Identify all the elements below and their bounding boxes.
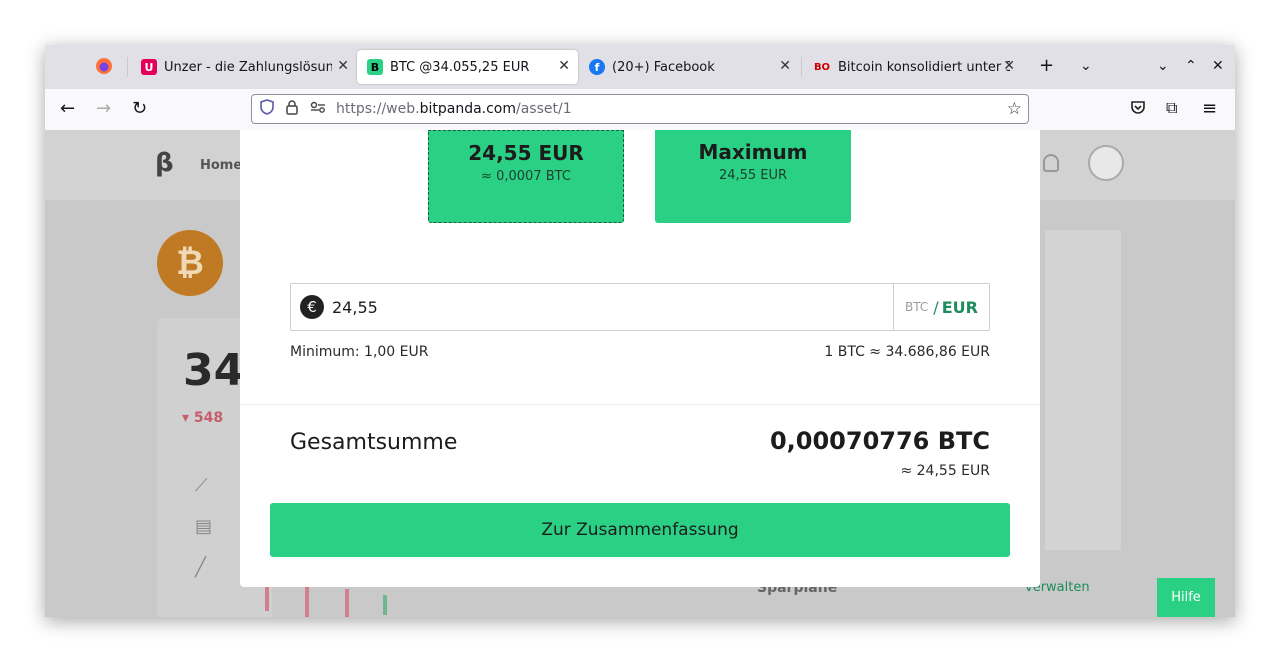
bookmark-star-icon[interactable]: ☆ xyxy=(1007,99,1022,119)
maximize-chevron-up-icon[interactable]: ⌃ xyxy=(1185,58,1197,74)
total-eur-equivalent: ≈ 24,55 EUR xyxy=(900,463,990,479)
background-nav-home: Home xyxy=(200,158,243,173)
extensions-puzzle-icon[interactable]: ⧉ xyxy=(1166,98,1177,118)
tab-separator xyxy=(801,57,802,77)
euro-icon: € xyxy=(300,295,324,319)
close-window-icon[interactable]: ✕ xyxy=(1212,58,1224,74)
lock-icon[interactable] xyxy=(286,99,298,119)
news-favicon-icon: BO xyxy=(813,61,831,73)
close-tab-icon[interactable]: ✕ xyxy=(1003,58,1015,74)
new-tab-icon[interactable]: + xyxy=(1039,55,1054,76)
exchange-rate: 1 BTC ≈ 34.686,86 EUR xyxy=(824,344,990,360)
close-tab-icon[interactable]: ✕ xyxy=(558,58,570,74)
tab-facebook[interactable]: f (20+) Facebook ✕ xyxy=(579,50,799,84)
amount-option-selected[interactable]: 24,55 EUR ≈ 0,0007 BTC xyxy=(428,130,624,223)
tab-bitpanda[interactable]: B BTC @34.055,25 EUR ✕ xyxy=(357,50,578,84)
forward-arrow-icon[interactable]: → xyxy=(96,98,111,119)
option-sub: ≈ 0,0007 BTC xyxy=(481,169,571,184)
shield-icon[interactable] xyxy=(260,99,274,119)
menu-hamburger-icon[interactable]: ≡ xyxy=(1202,98,1217,119)
url-text: https://web.bitpanda.com/asset/1 xyxy=(336,101,572,117)
option-sub: 24,55 EUR xyxy=(718,168,788,183)
tab-title: (20+) Facebook xyxy=(612,59,715,75)
browser-window: U Unzer - die Zahlungslösung ✕ B BTC @34… xyxy=(45,45,1235,617)
reload-icon[interactable]: ↻ xyxy=(132,98,147,119)
back-arrow-icon[interactable]: ← xyxy=(60,98,75,119)
page-viewport: β Home ₿ 34 ▾ 548 ⟋ ▤ ╱ Sparplane verwal… xyxy=(45,130,1235,617)
chart-toolbar: ⟋ ▤ ╱ xyxy=(195,475,235,615)
tab-title: Unzer - die Zahlungslösung xyxy=(164,59,332,75)
url-bar[interactable]: https://web.bitpanda.com/asset/1 ☆ xyxy=(251,94,1029,124)
avatar xyxy=(1088,145,1124,181)
tab-bitcoin-news[interactable]: BO Bitcoin konsolidiert unter 3 ✕ xyxy=(803,50,1023,84)
pocket-icon[interactable] xyxy=(1130,100,1146,119)
unit-separator: / xyxy=(933,297,939,317)
divider xyxy=(240,404,1040,405)
bitcoin-icon: ₿ xyxy=(157,230,223,296)
close-tab-icon[interactable]: ✕ xyxy=(779,58,791,74)
tab-strip: U Unzer - die Zahlungslösung ✕ B BTC @34… xyxy=(45,45,1235,89)
amount-field[interactable]: € BTC / EUR xyxy=(290,283,990,331)
summary-button[interactable]: Zur Zusammenfassung xyxy=(270,503,1010,557)
total-value: 0,00070776 BTC xyxy=(769,427,990,455)
site-permissions-icon[interactable] xyxy=(310,101,326,117)
chart-line-tool-icon: ⟋ xyxy=(195,475,208,496)
unit-btc[interactable]: BTC xyxy=(905,300,928,314)
unit-toggle[interactable]: BTC / EUR xyxy=(893,284,989,330)
minimize-chevron-down-icon[interactable]: ⌄ xyxy=(1157,58,1169,74)
tab-title: Bitcoin konsolidiert unter 3 xyxy=(838,59,1010,75)
minimum-amount: Minimum: 1,00 EUR xyxy=(290,344,429,360)
amount-input[interactable] xyxy=(330,296,834,318)
background-price: 34 xyxy=(183,345,245,396)
chart-candle-tool-icon: ▤ xyxy=(195,516,213,537)
firefox-icon[interactable] xyxy=(95,57,113,80)
tab-unzer[interactable]: U Unzer - die Zahlungslösung ✕ xyxy=(131,50,357,84)
buy-modal: 24,55 EUR ≈ 0,0007 BTC Maximum 24,55 EUR… xyxy=(240,130,1040,587)
amount-option-maximum[interactable]: Maximum 24,55 EUR xyxy=(655,130,851,223)
facebook-favicon-icon: f xyxy=(589,59,605,75)
tab-separator xyxy=(127,57,128,77)
background-side-panel xyxy=(1045,230,1121,550)
background-candles xyxy=(255,585,395,617)
bitpanda-logo-icon: β xyxy=(155,148,174,178)
chart-draw-tool-icon: ╱ xyxy=(195,557,206,578)
navigation-bar: ← → ↻ https://web.bitpanda.com/asset/1 ☆… xyxy=(45,89,1235,131)
notification-bell-icon xyxy=(1043,154,1059,172)
unzer-favicon-icon: U xyxy=(141,59,157,75)
help-button[interactable]: Hilfe xyxy=(1157,578,1215,617)
bitpanda-favicon-icon: B xyxy=(367,59,383,75)
total-label: Gesamtsumme xyxy=(290,430,458,455)
close-tab-icon[interactable]: ✕ xyxy=(337,58,349,74)
tab-title: BTC @34.055,25 EUR xyxy=(390,59,530,75)
list-tabs-chevron-down-icon[interactable]: ⌄ xyxy=(1080,58,1092,74)
option-amount: 24,55 EUR xyxy=(468,141,584,165)
background-price-change: ▾ 548 xyxy=(182,410,224,426)
unit-eur[interactable]: EUR xyxy=(942,298,978,317)
option-amount: Maximum xyxy=(698,140,808,164)
